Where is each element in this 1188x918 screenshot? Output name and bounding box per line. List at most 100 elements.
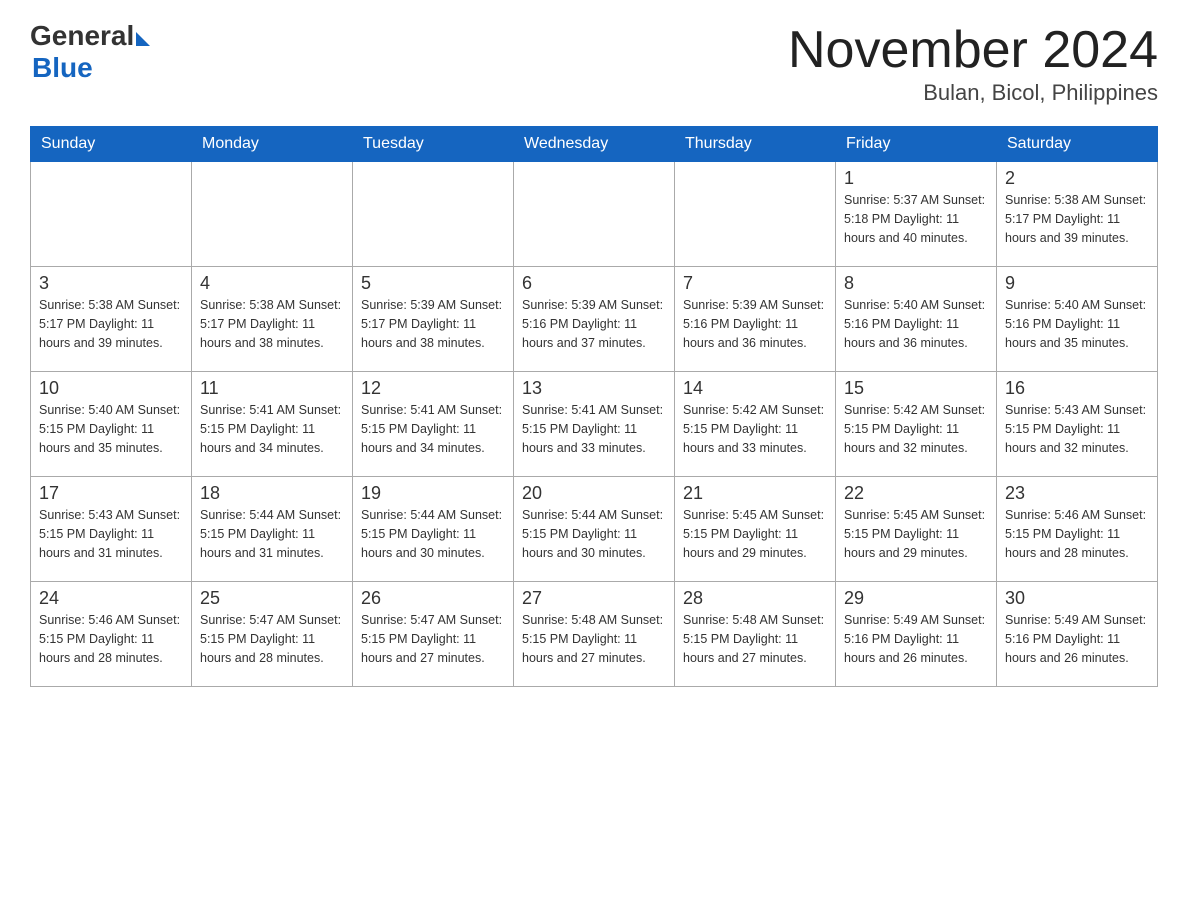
day-info: Sunrise: 5:39 AM Sunset: 5:16 PM Dayligh… bbox=[522, 296, 666, 352]
column-header-wednesday: Wednesday bbox=[514, 127, 675, 162]
week-row-1: 1Sunrise: 5:37 AM Sunset: 5:18 PM Daylig… bbox=[31, 162, 1158, 267]
day-info: Sunrise: 5:40 AM Sunset: 5:16 PM Dayligh… bbox=[844, 296, 988, 352]
day-info: Sunrise: 5:41 AM Sunset: 5:15 PM Dayligh… bbox=[361, 401, 505, 457]
day-number: 22 bbox=[844, 483, 988, 504]
day-number: 6 bbox=[522, 273, 666, 294]
day-info: Sunrise: 5:38 AM Sunset: 5:17 PM Dayligh… bbox=[200, 296, 344, 352]
calendar-cell: 1Sunrise: 5:37 AM Sunset: 5:18 PM Daylig… bbox=[836, 162, 997, 267]
calendar-cell: 13Sunrise: 5:41 AM Sunset: 5:15 PM Dayli… bbox=[514, 372, 675, 477]
day-info: Sunrise: 5:42 AM Sunset: 5:15 PM Dayligh… bbox=[683, 401, 827, 457]
day-info: Sunrise: 5:43 AM Sunset: 5:15 PM Dayligh… bbox=[1005, 401, 1149, 457]
calendar-header-row: SundayMondayTuesdayWednesdayThursdayFrid… bbox=[31, 127, 1158, 162]
calendar-cell bbox=[31, 162, 192, 267]
location-title: Bulan, Bicol, Philippines bbox=[788, 80, 1158, 106]
day-number: 21 bbox=[683, 483, 827, 504]
calendar-cell: 4Sunrise: 5:38 AM Sunset: 5:17 PM Daylig… bbox=[192, 267, 353, 372]
title-section: November 2024 Bulan, Bicol, Philippines bbox=[788, 20, 1158, 106]
calendar-cell: 6Sunrise: 5:39 AM Sunset: 5:16 PM Daylig… bbox=[514, 267, 675, 372]
calendar-cell: 5Sunrise: 5:39 AM Sunset: 5:17 PM Daylig… bbox=[353, 267, 514, 372]
day-number: 8 bbox=[844, 273, 988, 294]
day-info: Sunrise: 5:39 AM Sunset: 5:17 PM Dayligh… bbox=[361, 296, 505, 352]
calendar-cell bbox=[353, 162, 514, 267]
column-header-saturday: Saturday bbox=[997, 127, 1158, 162]
day-info: Sunrise: 5:40 AM Sunset: 5:15 PM Dayligh… bbox=[39, 401, 183, 457]
day-info: Sunrise: 5:41 AM Sunset: 5:15 PM Dayligh… bbox=[200, 401, 344, 457]
day-info: Sunrise: 5:45 AM Sunset: 5:15 PM Dayligh… bbox=[844, 506, 988, 562]
calendar-cell: 17Sunrise: 5:43 AM Sunset: 5:15 PM Dayli… bbox=[31, 477, 192, 582]
day-number: 28 bbox=[683, 588, 827, 609]
day-number: 29 bbox=[844, 588, 988, 609]
calendar-cell: 25Sunrise: 5:47 AM Sunset: 5:15 PM Dayli… bbox=[192, 582, 353, 687]
day-number: 30 bbox=[1005, 588, 1149, 609]
day-number: 4 bbox=[200, 273, 344, 294]
calendar-cell: 8Sunrise: 5:40 AM Sunset: 5:16 PM Daylig… bbox=[836, 267, 997, 372]
day-info: Sunrise: 5:46 AM Sunset: 5:15 PM Dayligh… bbox=[1005, 506, 1149, 562]
calendar-cell: 24Sunrise: 5:46 AM Sunset: 5:15 PM Dayli… bbox=[31, 582, 192, 687]
calendar-cell: 7Sunrise: 5:39 AM Sunset: 5:16 PM Daylig… bbox=[675, 267, 836, 372]
day-number: 3 bbox=[39, 273, 183, 294]
calendar-cell: 9Sunrise: 5:40 AM Sunset: 5:16 PM Daylig… bbox=[997, 267, 1158, 372]
day-info: Sunrise: 5:43 AM Sunset: 5:15 PM Dayligh… bbox=[39, 506, 183, 562]
day-number: 26 bbox=[361, 588, 505, 609]
day-info: Sunrise: 5:37 AM Sunset: 5:18 PM Dayligh… bbox=[844, 191, 988, 247]
day-number: 15 bbox=[844, 378, 988, 399]
month-title: November 2024 bbox=[788, 20, 1158, 80]
day-number: 5 bbox=[361, 273, 505, 294]
calendar-cell: 27Sunrise: 5:48 AM Sunset: 5:15 PM Dayli… bbox=[514, 582, 675, 687]
day-number: 18 bbox=[200, 483, 344, 504]
day-number: 20 bbox=[522, 483, 666, 504]
day-number: 27 bbox=[522, 588, 666, 609]
day-number: 23 bbox=[1005, 483, 1149, 504]
calendar-cell: 16Sunrise: 5:43 AM Sunset: 5:15 PM Dayli… bbox=[997, 372, 1158, 477]
calendar-cell: 18Sunrise: 5:44 AM Sunset: 5:15 PM Dayli… bbox=[192, 477, 353, 582]
calendar-cell bbox=[675, 162, 836, 267]
day-number: 1 bbox=[844, 168, 988, 189]
day-number: 9 bbox=[1005, 273, 1149, 294]
day-info: Sunrise: 5:44 AM Sunset: 5:15 PM Dayligh… bbox=[361, 506, 505, 562]
day-info: Sunrise: 5:44 AM Sunset: 5:15 PM Dayligh… bbox=[522, 506, 666, 562]
day-number: 25 bbox=[200, 588, 344, 609]
logo: General Blue bbox=[30, 20, 150, 84]
calendar-cell: 3Sunrise: 5:38 AM Sunset: 5:17 PM Daylig… bbox=[31, 267, 192, 372]
week-row-5: 24Sunrise: 5:46 AM Sunset: 5:15 PM Dayli… bbox=[31, 582, 1158, 687]
day-number: 10 bbox=[39, 378, 183, 399]
calendar-cell: 19Sunrise: 5:44 AM Sunset: 5:15 PM Dayli… bbox=[353, 477, 514, 582]
page-header: General Blue November 2024 Bulan, Bicol,… bbox=[30, 20, 1158, 106]
calendar-cell: 12Sunrise: 5:41 AM Sunset: 5:15 PM Dayli… bbox=[353, 372, 514, 477]
day-info: Sunrise: 5:49 AM Sunset: 5:16 PM Dayligh… bbox=[1005, 611, 1149, 667]
calendar-cell: 14Sunrise: 5:42 AM Sunset: 5:15 PM Dayli… bbox=[675, 372, 836, 477]
day-info: Sunrise: 5:44 AM Sunset: 5:15 PM Dayligh… bbox=[200, 506, 344, 562]
day-info: Sunrise: 5:38 AM Sunset: 5:17 PM Dayligh… bbox=[1005, 191, 1149, 247]
logo-general-text: General bbox=[30, 20, 134, 52]
calendar-cell: 15Sunrise: 5:42 AM Sunset: 5:15 PM Dayli… bbox=[836, 372, 997, 477]
day-number: 14 bbox=[683, 378, 827, 399]
day-number: 11 bbox=[200, 378, 344, 399]
day-info: Sunrise: 5:45 AM Sunset: 5:15 PM Dayligh… bbox=[683, 506, 827, 562]
day-info: Sunrise: 5:42 AM Sunset: 5:15 PM Dayligh… bbox=[844, 401, 988, 457]
logo-blue-text: Blue bbox=[32, 52, 93, 84]
day-info: Sunrise: 5:49 AM Sunset: 5:16 PM Dayligh… bbox=[844, 611, 988, 667]
week-row-2: 3 Sunrise: 5:38 AM Sunset: 5:17 PM Daylig… bbox=[31, 267, 1158, 372]
day-info: Sunrise: 5:47 AM Sunset: 5:15 PM Dayligh… bbox=[200, 611, 344, 667]
day-info: Sunrise: 5:48 AM Sunset: 5:15 PM Dayligh… bbox=[683, 611, 827, 667]
calendar-cell: 10Sunrise: 5:40 AM Sunset: 5:15 PM Dayli… bbox=[31, 372, 192, 477]
day-info: Sunrise: 5:48 AM Sunset: 5:15 PM Dayligh… bbox=[522, 611, 666, 667]
calendar-cell: 2Sunrise: 5:38 AM Sunset: 5:17 PM Daylig… bbox=[997, 162, 1158, 267]
day-number: 13 bbox=[522, 378, 666, 399]
calendar-cell: 28Sunrise: 5:48 AM Sunset: 5:15 PM Dayli… bbox=[675, 582, 836, 687]
calendar-cell: 21Sunrise: 5:45 AM Sunset: 5:15 PM Dayli… bbox=[675, 477, 836, 582]
calendar-table: SundayMondayTuesdayWednesdayThursdayFrid… bbox=[30, 126, 1158, 687]
column-header-thursday: Thursday bbox=[675, 127, 836, 162]
calendar-cell: 20Sunrise: 5:44 AM Sunset: 5:15 PM Dayli… bbox=[514, 477, 675, 582]
day-number: 2 bbox=[1005, 168, 1149, 189]
week-row-4: 17Sunrise: 5:43 AM Sunset: 5:15 PM Dayli… bbox=[31, 477, 1158, 582]
day-number: 24 bbox=[39, 588, 183, 609]
column-header-friday: Friday bbox=[836, 127, 997, 162]
day-info: Sunrise: 5:40 AM Sunset: 5:16 PM Dayligh… bbox=[1005, 296, 1149, 352]
column-header-sunday: Sunday bbox=[31, 127, 192, 162]
week-row-3: 10Sunrise: 5:40 AM Sunset: 5:15 PM Dayli… bbox=[31, 372, 1158, 477]
day-number: 12 bbox=[361, 378, 505, 399]
day-info: Sunrise: 5:41 AM Sunset: 5:15 PM Dayligh… bbox=[522, 401, 666, 457]
calendar-cell bbox=[514, 162, 675, 267]
calendar-cell: 29Sunrise: 5:49 AM Sunset: 5:16 PM Dayli… bbox=[836, 582, 997, 687]
